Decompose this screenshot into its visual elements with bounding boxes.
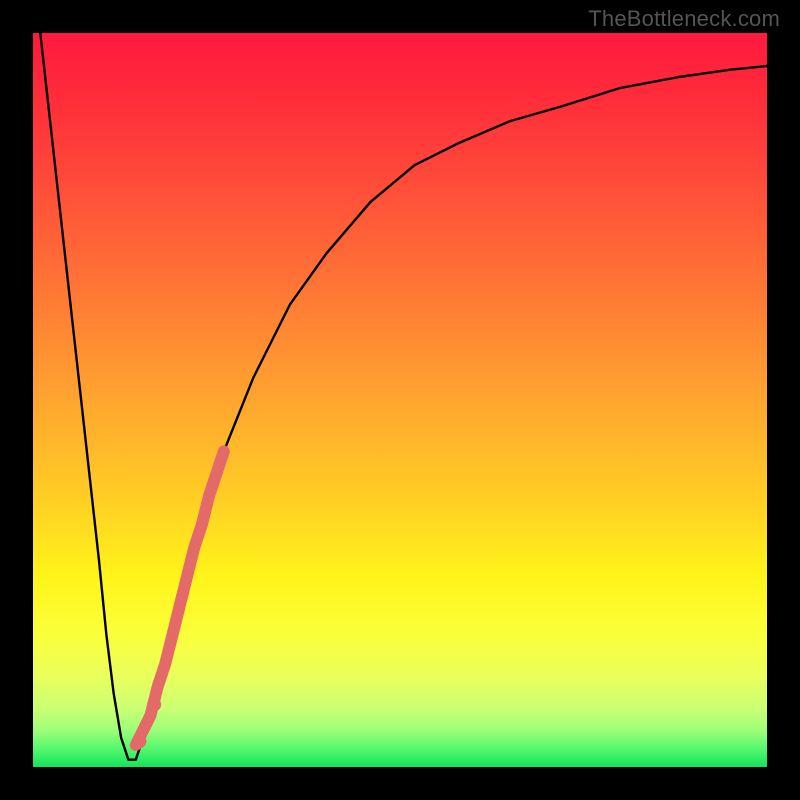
highlight-dot bbox=[132, 734, 146, 748]
plot-area bbox=[33, 33, 767, 767]
bottleneck-curve bbox=[40, 33, 767, 760]
curve-layer bbox=[33, 33, 767, 767]
attribution-text: TheBottleneck.com bbox=[588, 6, 780, 32]
chart-frame: TheBottleneck.com bbox=[0, 0, 800, 800]
highlight-dot bbox=[147, 698, 161, 712]
